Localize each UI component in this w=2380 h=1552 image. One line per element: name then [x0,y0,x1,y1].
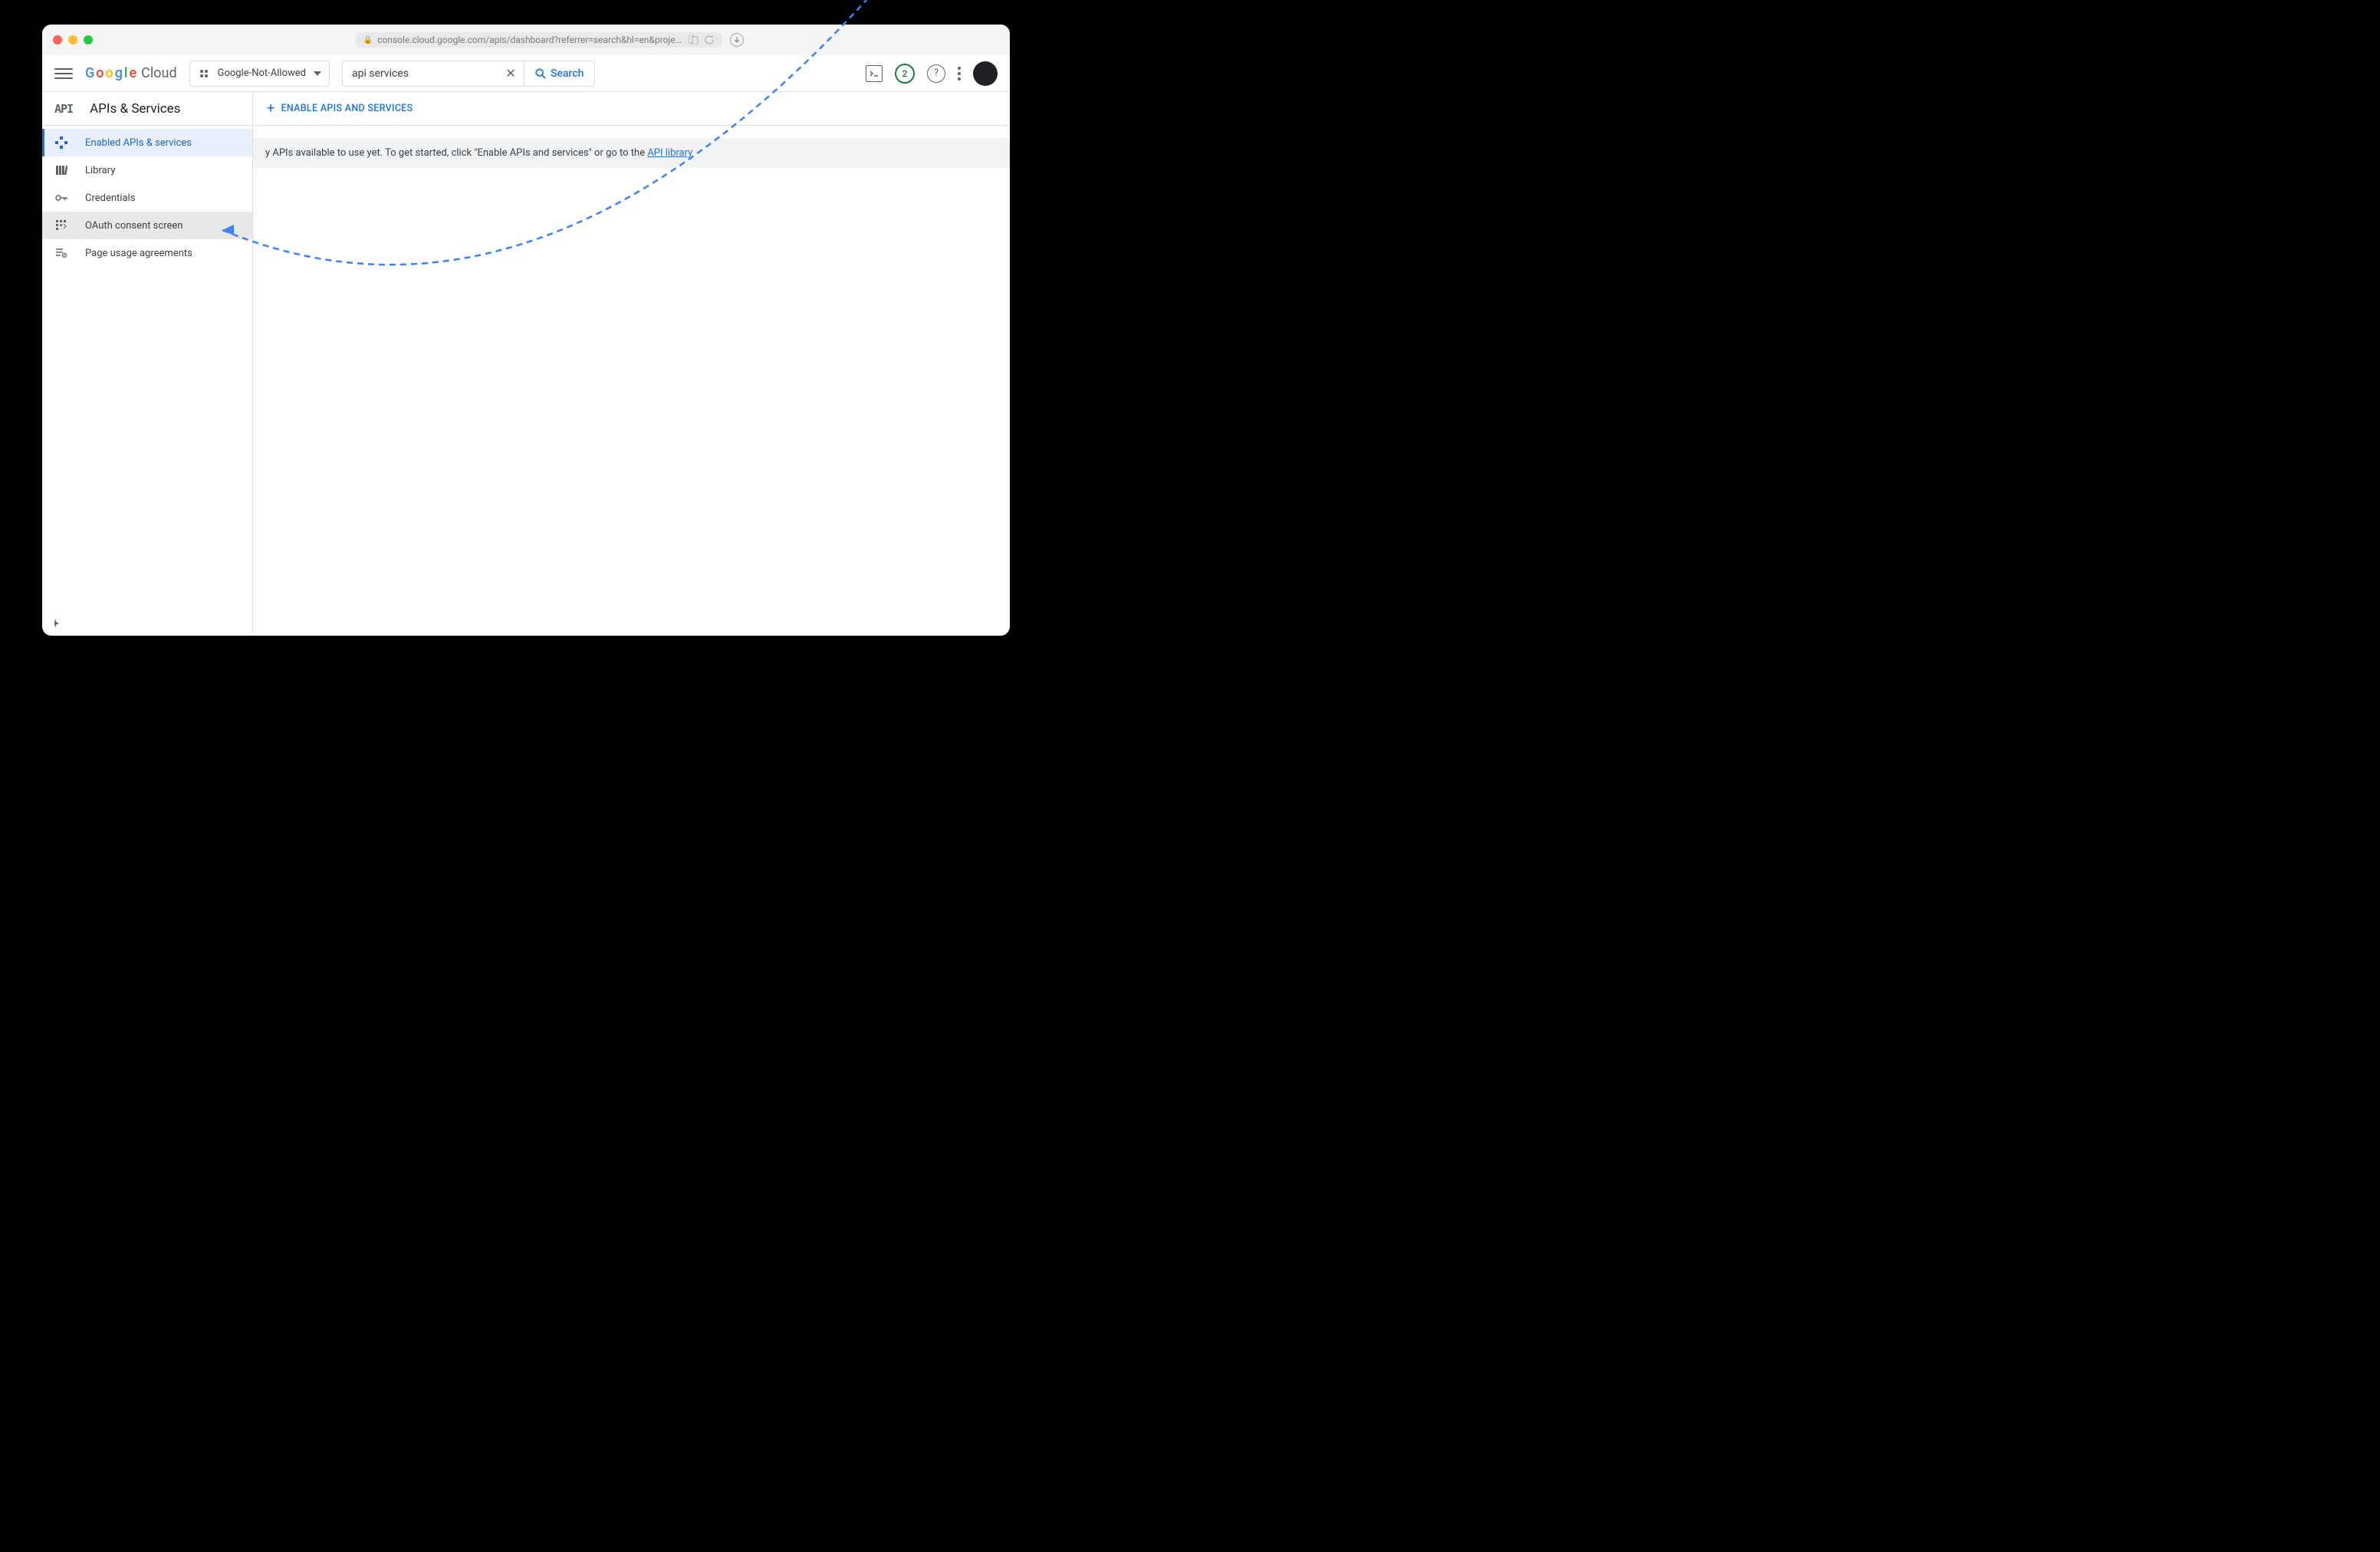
close-window-icon[interactable] [53,35,62,44]
main-header: + ENABLE APIS AND SERVICES [253,92,1010,126]
search-area: ✕ Search [342,61,595,87]
diamond-icon [54,136,68,150]
plus-icon: + [267,100,275,117]
sidebar-item-label: Library [85,165,115,176]
sidebar-item-label: Page usage agreements [85,248,192,259]
cloud-shell-icon[interactable] [866,65,883,82]
sidebar-title: APIs & Services [90,101,180,117]
sidebar-item-enabled-apis[interactable]: Enabled APIs & services [42,129,252,156]
more-options-icon[interactable] [958,67,961,81]
sidebar: API APIs & Services Enabled APIs & servi… [42,92,253,636]
api-library-link[interactable]: API library [647,147,692,159]
project-picker[interactable]: Google-Not-Allowed [189,61,330,87]
search-button[interactable]: Search [524,61,595,87]
library-icon [54,163,68,177]
banner-text: y APIs available to use yet. To get star… [265,147,647,159]
search-input[interactable] [342,61,498,87]
body-area: API APIs & Services Enabled APIs & servi… [42,92,1010,636]
help-icon[interactable]: ? [927,64,945,83]
key-icon [54,191,68,205]
consent-icon [54,219,68,232]
clear-search-icon[interactable]: ✕ [498,61,524,87]
url-text: console.cloud.google.com/apis/dashboard?… [377,35,684,45]
search-icon [535,68,546,79]
main-content: + ENABLE APIS AND SERVICES y APIs availa… [253,92,1010,636]
sidebar-item-label: Credentials [85,192,135,204]
sidebar-item-credentials[interactable]: Credentials [42,184,252,212]
sidebar-item-library[interactable]: Library [42,156,252,184]
sidebar-item-label: OAuth consent screen [85,220,182,232]
api-icon: API [54,102,73,116]
enable-apis-button[interactable]: + ENABLE APIS AND SERVICES [267,100,413,117]
minimize-window-icon[interactable] [68,35,77,44]
url-bar-zone: 🔒 console.cloud.google.com/apis/dashboar… [100,32,999,48]
caret-down-icon [314,71,321,76]
sidebar-header: API APIs & Services [42,92,252,126]
downloads-icon[interactable] [730,33,744,47]
google-cloud-logo[interactable]: Google Cloud [85,65,177,81]
sidebar-item-oauth-consent[interactable]: OAuth consent screen [42,212,252,239]
menu-icon[interactable] [54,64,73,83]
reload-icon[interactable] [704,35,715,45]
project-dots-icon [198,67,210,80]
notifications-badge[interactable]: 2 [895,64,915,84]
info-banner: y APIs available to use yet. To get star… [253,138,1010,168]
agreement-icon [54,246,68,260]
project-name: Google-Not-Allowed [218,67,306,79]
top-bar: Google Cloud Google-Not-Allowed ✕ Search [42,55,1010,92]
collapse-sidebar-icon[interactable]: |▸ [54,617,57,628]
url-actions [689,35,715,45]
browser-window: 🔒 console.cloud.google.com/apis/dashboar… [42,25,1010,636]
lock-icon: 🔒 [363,36,373,44]
traffic-lights [53,35,93,44]
badge-count: 2 [902,68,908,79]
maximize-window-icon[interactable] [84,35,93,44]
browser-chrome: 🔒 console.cloud.google.com/apis/dashboar… [42,25,1010,55]
avatar[interactable] [973,61,998,86]
top-right: 2 ? [866,61,998,86]
logo-cloud-text: Cloud [141,65,176,81]
translate-icon[interactable] [689,35,699,44]
sidebar-item-label: Enabled APIs & services [85,137,192,149]
url-bar[interactable]: 🔒 console.cloud.google.com/apis/dashboar… [356,32,722,48]
enable-button-label: ENABLE APIS AND SERVICES [281,103,413,114]
sidebar-nav: Enabled APIs & services Library Credenti… [42,126,252,608]
sidebar-item-page-usage[interactable]: Page usage agreements [42,239,252,267]
sidebar-footer: |▸ [42,608,252,636]
search-button-label: Search [551,67,583,80]
